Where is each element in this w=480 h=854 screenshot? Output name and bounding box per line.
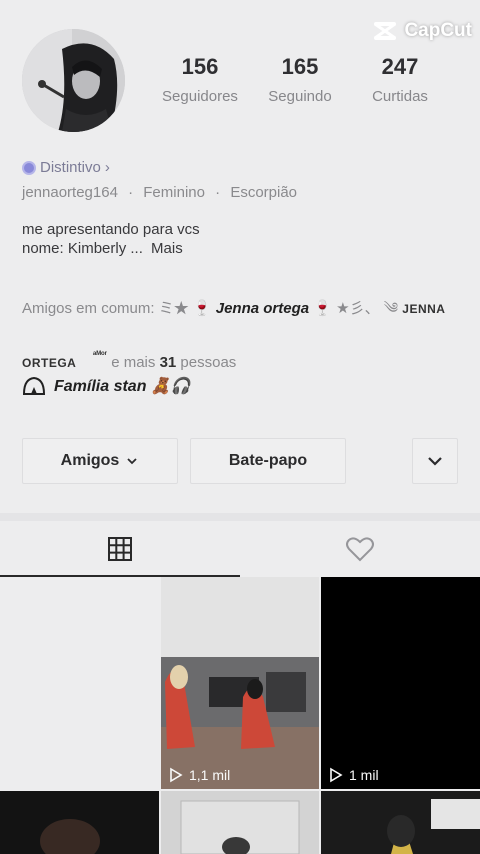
mutual-friend-name: Jenna ortega <box>215 300 310 317</box>
badge-link[interactable]: Distintivo › <box>22 159 110 176</box>
play-icon <box>170 767 183 783</box>
heart-icon <box>346 537 374 562</box>
bio-line-2: nome: Kimberly ... <box>22 240 143 257</box>
video-thumbnail[interactable]: 1,1 mil <box>161 577 319 789</box>
profile-avatar[interactable] <box>22 29 125 132</box>
video-grid: 1,1 mil 1 mil <box>0 577 480 854</box>
mutual-friend-name-2a: JENNA <box>402 302 446 316</box>
chevron-down-icon <box>428 457 442 466</box>
mutual-decoration: 🍷 ★彡、 ༄ <box>313 300 399 317</box>
video-preview-image <box>161 791 319 854</box>
video-thumbnail[interactable] <box>321 791 480 854</box>
chevron-right-icon: › <box>104 159 110 176</box>
gender: Feminino <box>143 184 205 201</box>
friends-button[interactable]: Amigos <box>22 438 178 484</box>
view-count-text: 1 mil <box>349 767 379 783</box>
zodiac-sign: Escorpião <box>230 184 298 201</box>
mutual-decoration: ミ★ 🍷 <box>158 300 212 317</box>
video-thumbnail[interactable] <box>0 791 159 854</box>
tab-liked[interactable] <box>240 521 480 577</box>
family-label: Família stan 🧸🎧 <box>54 378 191 395</box>
likes-label: Curtidas <box>372 88 428 105</box>
avatar-photo <box>22 29 125 132</box>
view-count: 1 mil <box>329 767 379 783</box>
video-thumbnail[interactable]: 1 mil <box>321 577 480 789</box>
following-label: Seguindo <box>268 88 332 105</box>
meta-separator: · <box>128 184 134 201</box>
following-stat[interactable]: 165 Seguindo <box>250 54 350 105</box>
likes-stat[interactable]: 247 Curtidas <box>350 54 450 105</box>
bio-more-link[interactable]: Mais <box>151 240 183 257</box>
badge-label: Distintivo <box>40 159 101 176</box>
mutual-friends[interactable]: Amigos em comum: ミ★ 🍷 Jenna ortega 🍷 ★彡、… <box>22 286 467 386</box>
mutual-count: 31 <box>159 354 177 371</box>
profile-stats: 156 Seguidores 165 Seguindo 247 Curtidas <box>150 54 450 105</box>
view-count: 1,1 mil <box>169 767 230 783</box>
username: jennaorteg164 <box>22 184 118 201</box>
mutual-more-prefix: e mais <box>111 354 156 371</box>
chevron-down-icon <box>127 458 137 465</box>
bio-line-1: me apresentando para vcs <box>22 221 200 238</box>
video-preview-image <box>0 791 159 854</box>
following-count: 165 <box>281 54 319 79</box>
followers-stat[interactable]: 156 Seguidores <box>150 54 250 105</box>
badge-icon <box>22 160 36 175</box>
video-thumbnail[interactable] <box>0 577 159 789</box>
section-divider <box>0 513 480 521</box>
more-options-button[interactable] <box>412 438 458 484</box>
profile-bio: me apresentando para vcs nome: Kimberly … <box>22 220 200 258</box>
view-count-text: 1,1 mil <box>189 767 231 783</box>
followers-label: Seguidores <box>162 88 238 105</box>
tab-videos[interactable] <box>0 521 240 577</box>
profile-meta: jennaorteg164 · Feminino · Escorpião <box>22 184 297 201</box>
watermark-text: CapCut <box>404 20 472 41</box>
grid-icon <box>108 537 132 561</box>
video-preview-image <box>321 791 480 854</box>
family-group-link[interactable]: Família stan 🧸🎧 <box>22 376 191 396</box>
chat-button[interactable]: Bate-papo <box>190 438 346 484</box>
friends-label: Amigos <box>60 452 120 469</box>
video-thumbnail[interactable] <box>161 791 319 854</box>
tent-icon <box>22 376 46 395</box>
chat-label: Bate-papo <box>228 452 308 469</box>
content-tabs <box>0 521 480 577</box>
mutual-friend-name-2b: ORTEGA <box>22 356 77 370</box>
profile-actions: Amigos Bate-papo <box>22 438 458 484</box>
mutual-suffix: pessoas <box>180 354 237 371</box>
followers-count: 156 <box>181 54 219 79</box>
capcut-watermark: CapCut <box>372 18 472 44</box>
play-icon <box>330 767 343 783</box>
capcut-logo-icon <box>374 22 397 40</box>
meta-separator: · <box>215 184 221 201</box>
mutual-prefix: Amigos em comum: <box>22 300 155 317</box>
mutual-tiny-text: ᵃᴹᵒʳ <box>93 349 108 359</box>
video-preview-image <box>161 577 319 789</box>
likes-count: 247 <box>381 54 419 79</box>
